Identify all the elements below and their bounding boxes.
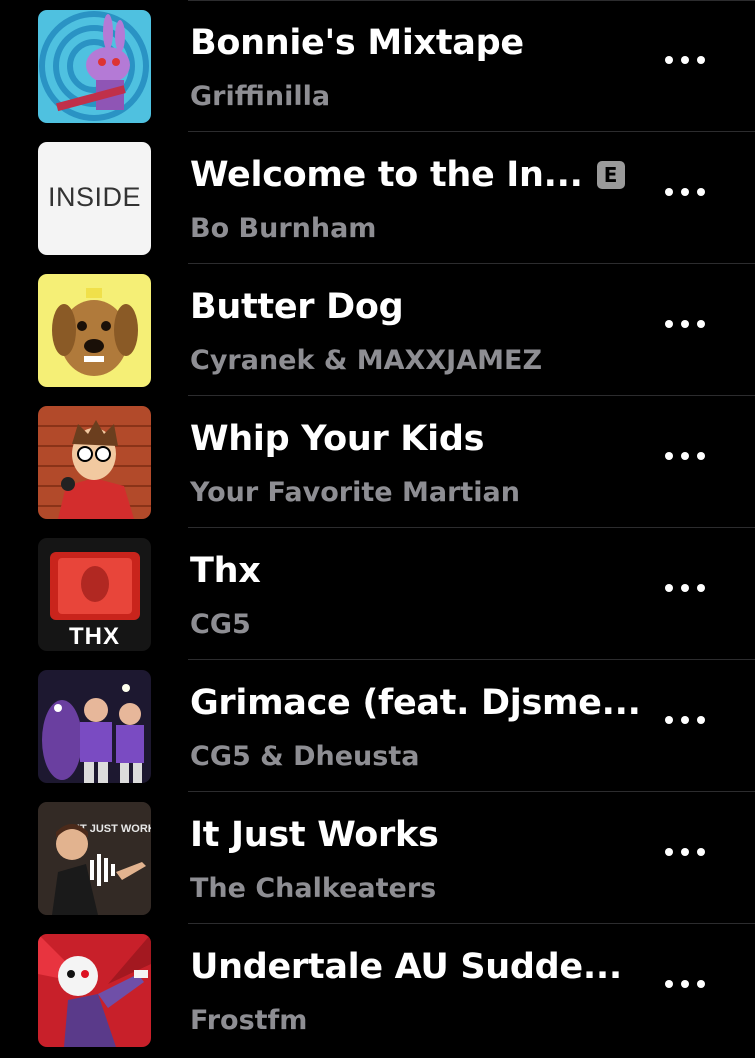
inside-artwork-text: INSIDE	[48, 182, 141, 212]
song-title: Thx	[190, 551, 261, 591]
bonnie-artwork	[38, 10, 151, 123]
song-row-welcome-to-the-internet[interactable]: INSIDE Welcome to the In... E Bo Burnham	[0, 132, 755, 264]
song-list: Bonnie's Mixtape Griffinilla INSIDE Welc…	[0, 0, 755, 1058]
ellipsis-icon[interactable]	[665, 314, 705, 334]
song-title: Welcome to the In...	[190, 155, 583, 195]
song-title: Bonnie's Mixtape	[190, 23, 524, 63]
thx-artwork-text: THX	[69, 623, 120, 650]
song-artist: CG5 & Dheusta	[190, 741, 420, 772]
ellipsis-icon[interactable]	[665, 446, 705, 466]
song-artist: Bo Burnham	[190, 213, 377, 244]
grimace-artwork	[38, 670, 151, 783]
song-artist: Frostfm	[190, 1005, 308, 1036]
song-row-bonnies-mixtape[interactable]: Bonnie's Mixtape Griffinilla	[0, 0, 755, 132]
ellipsis-icon[interactable]	[665, 578, 705, 598]
song-row-whip-your-kids[interactable]: Whip Your Kids Your Favorite Martian	[0, 396, 755, 528]
song-title-row: It Just Works	[190, 814, 439, 856]
song-title-row: Undertale AU Sudde...	[190, 946, 622, 988]
song-title: Undertale AU Sudde...	[190, 947, 622, 987]
ellipsis-icon[interactable]	[665, 842, 705, 862]
song-title: Butter Dog	[190, 287, 404, 327]
song-title-row: Grimace (feat. Djsme...	[190, 682, 641, 724]
song-title: Grimace (feat. Djsme...	[190, 683, 641, 723]
itjustworks-artwork: IT JUST WORKS	[38, 802, 151, 915]
song-artist: Cyranek & MAXXJAMEZ	[190, 345, 543, 376]
song-row-thx[interactable]: THX Thx CG5	[0, 528, 755, 660]
dog-artwork	[38, 274, 151, 387]
song-title-row: Bonnie's Mixtape	[190, 22, 524, 64]
song-artist: Griffinilla	[190, 81, 331, 112]
song-row-undertale-au[interactable]: Undertale AU Sudde... Frostfm	[0, 924, 755, 1056]
ellipsis-icon[interactable]	[665, 710, 705, 730]
song-artist: Your Favorite Martian	[190, 477, 520, 508]
song-row-grimace[interactable]: Grimace (feat. Djsme... CG5 & Dheusta	[0, 660, 755, 792]
song-title-row: Butter Dog	[190, 286, 404, 328]
song-title: Whip Your Kids	[190, 419, 485, 459]
song-title: It Just Works	[190, 815, 439, 855]
ellipsis-icon[interactable]	[665, 182, 705, 202]
ellipsis-icon[interactable]	[665, 974, 705, 994]
itjustworks-artwork-text: IT JUST WORKS	[77, 823, 151, 835]
song-title-row: Welcome to the In... E	[190, 154, 625, 196]
ellipsis-icon[interactable]	[665, 50, 705, 70]
song-artist: The Chalkeaters	[190, 873, 437, 904]
song-row-it-just-works[interactable]: IT JUST WORKS It Just Works The Chalkeat…	[0, 792, 755, 924]
inside-artwork: INSIDE	[38, 142, 151, 255]
explicit-badge: E	[596, 161, 625, 189]
song-title-row: Thx	[190, 550, 261, 592]
undertale-artwork	[38, 934, 151, 1047]
martian-artwork	[38, 406, 151, 519]
song-row-butter-dog[interactable]: Butter Dog Cyranek & MAXXJAMEZ	[0, 264, 755, 396]
song-artist: CG5	[190, 609, 251, 640]
song-title-row: Whip Your Kids	[190, 418, 484, 460]
thx-artwork: THX	[38, 538, 151, 651]
